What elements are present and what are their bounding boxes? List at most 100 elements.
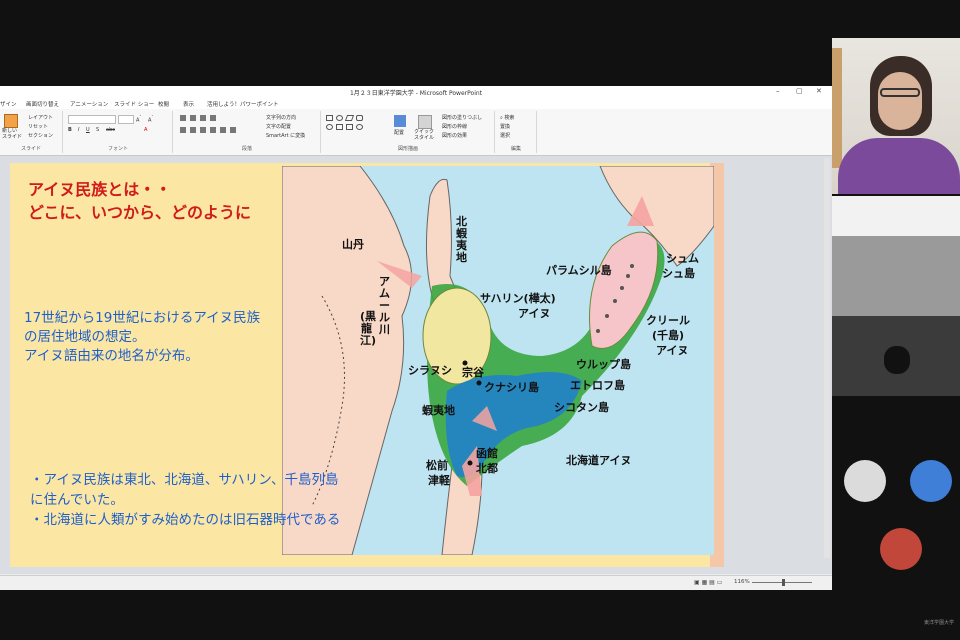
shape-fill-button[interactable]: 図形の塗りつぶし [442, 114, 482, 121]
classroom-video-tile[interactable] [832, 196, 960, 396]
star-shape-icon[interactable] [346, 124, 353, 130]
font-color-button[interactable]: A [144, 127, 147, 133]
presenter-face [878, 72, 922, 130]
label-shiranushi: シラヌシ [408, 364, 452, 377]
callout-shape-icon[interactable] [356, 124, 363, 130]
tab-view[interactable]: 表示 [183, 100, 194, 108]
new-slide-button[interactable]: 新しい スライド [2, 128, 22, 140]
tab-review[interactable]: 校閲 [158, 100, 169, 108]
slide[interactable]: アイヌ民族とは・・ どこに、いつから、どのように 山丹 アムール川 (黒龍江) … [10, 163, 724, 567]
parallelogram-shape-icon[interactable] [344, 115, 355, 121]
reset-button[interactable]: リセット [28, 123, 48, 130]
smartart-button[interactable]: SmartArt に変換 [266, 132, 305, 139]
maximize-button[interactable]: ▢ [796, 87, 803, 95]
find-label: 検索 [504, 115, 515, 121]
desc-line1: 17世紀から19世紀におけるアイヌ民族 [24, 310, 261, 326]
bold-button[interactable]: B [68, 127, 72, 133]
section-button[interactable]: セクション [28, 132, 53, 139]
tab-transitions[interactable]: 画面切り替え [26, 100, 59, 108]
list-buttons-icon[interactable] [180, 115, 220, 121]
glasses-icon [880, 88, 920, 97]
quick-styles-button[interactable]: クイック スタイル [414, 129, 434, 141]
arrow-shape-icon[interactable] [336, 124, 343, 130]
underline-button[interactable]: U [86, 127, 90, 133]
label-urup: ウルップ島 [576, 358, 631, 371]
shape-effects-button[interactable]: 図形の効果 [442, 132, 467, 139]
vertical-scrollbar[interactable] [824, 158, 830, 558]
label-ezochi: 蝦夷地 [422, 404, 455, 417]
presenter-sweater [838, 138, 960, 194]
label-kunashiri: クナシリ島 [484, 381, 539, 394]
footer-label: 東洋学園大学 [923, 620, 954, 626]
font-group-label: フォント [107, 146, 128, 152]
drawing-group-label: 図形描画 [397, 146, 418, 152]
slide-title-line2: どこに、いつから、どのように [28, 203, 252, 222]
status-bar: ▣ ▦ ▤ ▭ 116% [0, 575, 832, 590]
font-group: Aˆ Aˇ B I U S abc A フォント [64, 111, 173, 153]
slide-title-line1: アイヌ民族とは・・ [28, 180, 172, 199]
select-button[interactable]: 選択 [500, 132, 510, 139]
bullet1-line1: ・アイヌ民族は東北、北海道、サハリン、千島列島 [30, 472, 339, 488]
align-buttons-icon[interactable] [180, 127, 240, 133]
slides-group-label: スライド [20, 146, 41, 152]
close-button[interactable]: ✕ [816, 87, 822, 95]
zoom-slider-thumb[interactable] [782, 579, 785, 586]
circle-shape-icon[interactable] [326, 124, 333, 130]
view-buttons-icon[interactable]: ▣ ▦ ▤ ▭ [694, 579, 722, 586]
slide-description: 17世紀から19世紀におけるアイヌ民族 の居住地域の想定。 アイヌ語由来の地名が… [24, 309, 260, 366]
font-name-input[interactable] [68, 115, 116, 124]
minimize-button[interactable]: – [776, 87, 780, 95]
presenter-video-tile[interactable] [832, 38, 960, 194]
strikethrough-button[interactable]: abc [106, 127, 115, 133]
arrange-button[interactable]: 配置 [394, 129, 404, 136]
new-slide-icon [4, 114, 18, 128]
ainu-map: 山丹 アムール川 (黒龍江) 北蝦夷地 サハリン(樺太) アイヌ パラムシル島 … [282, 166, 714, 555]
shrink-font-button[interactable]: Aˇ [148, 115, 154, 124]
label-kuril-ainu-3: アイヌ [656, 344, 689, 357]
replace-button[interactable]: 置換 [500, 123, 510, 130]
label-amur: アムール川 [379, 275, 390, 336]
bullet1-line2: に住んでいた。 [30, 492, 124, 508]
door-frame [832, 48, 842, 168]
font-size-input[interactable] [118, 115, 134, 124]
oval-shape-icon[interactable] [336, 115, 343, 121]
layout-button[interactable]: レイアウト [28, 114, 53, 121]
slides-group: 新しい スライド レイアウト リセット セクション スライド [0, 111, 63, 153]
label-paramushir: パラムシル島 [546, 264, 612, 277]
label-hokkaido-ainu: 北海道アイヌ [566, 454, 632, 467]
tab-animations[interactable]: アニメーション [70, 100, 108, 108]
editing-group: ⌕ 検索 置換 選択 編集 [496, 111, 537, 153]
label-etorofu: エトロフ島 [570, 379, 625, 392]
window-title: 1月２３日東洋学園大学 - Microsoft PowerPoint [349, 90, 483, 97]
shadow-button[interactable]: S [96, 127, 99, 133]
label-hokuto: 北都 [476, 462, 498, 475]
label-kuril-ainu-2: (千島) [652, 329, 685, 342]
align-text-button[interactable]: 文字の配置 [266, 123, 291, 130]
participant-avatar-1[interactable] [844, 460, 886, 502]
participant-avatar-3[interactable] [880, 528, 922, 570]
paragraph-group: 文字列の方向 文字の配置 SmartArt に変換 段落 [174, 111, 321, 153]
label-kuril-ainu-1: クリール [646, 314, 690, 327]
grow-font-button[interactable]: Aˆ [136, 115, 142, 124]
paragraph-group-label: 段落 [241, 146, 252, 152]
label-soya: 宗谷 [462, 366, 484, 379]
label-kokuryuko: (黒龍江) [360, 310, 377, 347]
label-shikotan: シコタン島 [554, 401, 609, 414]
italic-button[interactable]: I [78, 127, 79, 133]
room-ceiling [832, 196, 960, 236]
bullet2: ・北海道に人類がすみ始めたのは旧石器時代である [30, 512, 341, 528]
shape-outline-button[interactable]: 図形の枠線 [442, 123, 467, 130]
tab-addin[interactable]: 活用しよう！パワーポイント [207, 100, 279, 108]
find-button[interactable]: ⌕ 検索 [500, 114, 514, 121]
participant-avatar-2[interactable] [910, 460, 952, 502]
arrange-icon [394, 115, 406, 127]
editing-group-label: 編集 [510, 146, 521, 152]
tab-slideshow[interactable]: スライド ショー [114, 100, 154, 108]
text-direction-button[interactable]: 文字列の方向 [266, 114, 296, 121]
tab-design[interactable]: ザイン [0, 100, 17, 108]
student-silhouette [884, 346, 910, 374]
rounded-rect-shape-icon[interactable] [356, 115, 363, 121]
slide-bullets: ・アイヌ民族は東北、北海道、サハリン、千島列島 に住んでいた。 ・北海道に人類が… [30, 470, 340, 530]
rectangle-shape-icon[interactable] [326, 115, 333, 121]
title-bar: 1月２３日東洋学園大学 - Microsoft PowerPoint – ▢ ✕ [0, 86, 832, 98]
